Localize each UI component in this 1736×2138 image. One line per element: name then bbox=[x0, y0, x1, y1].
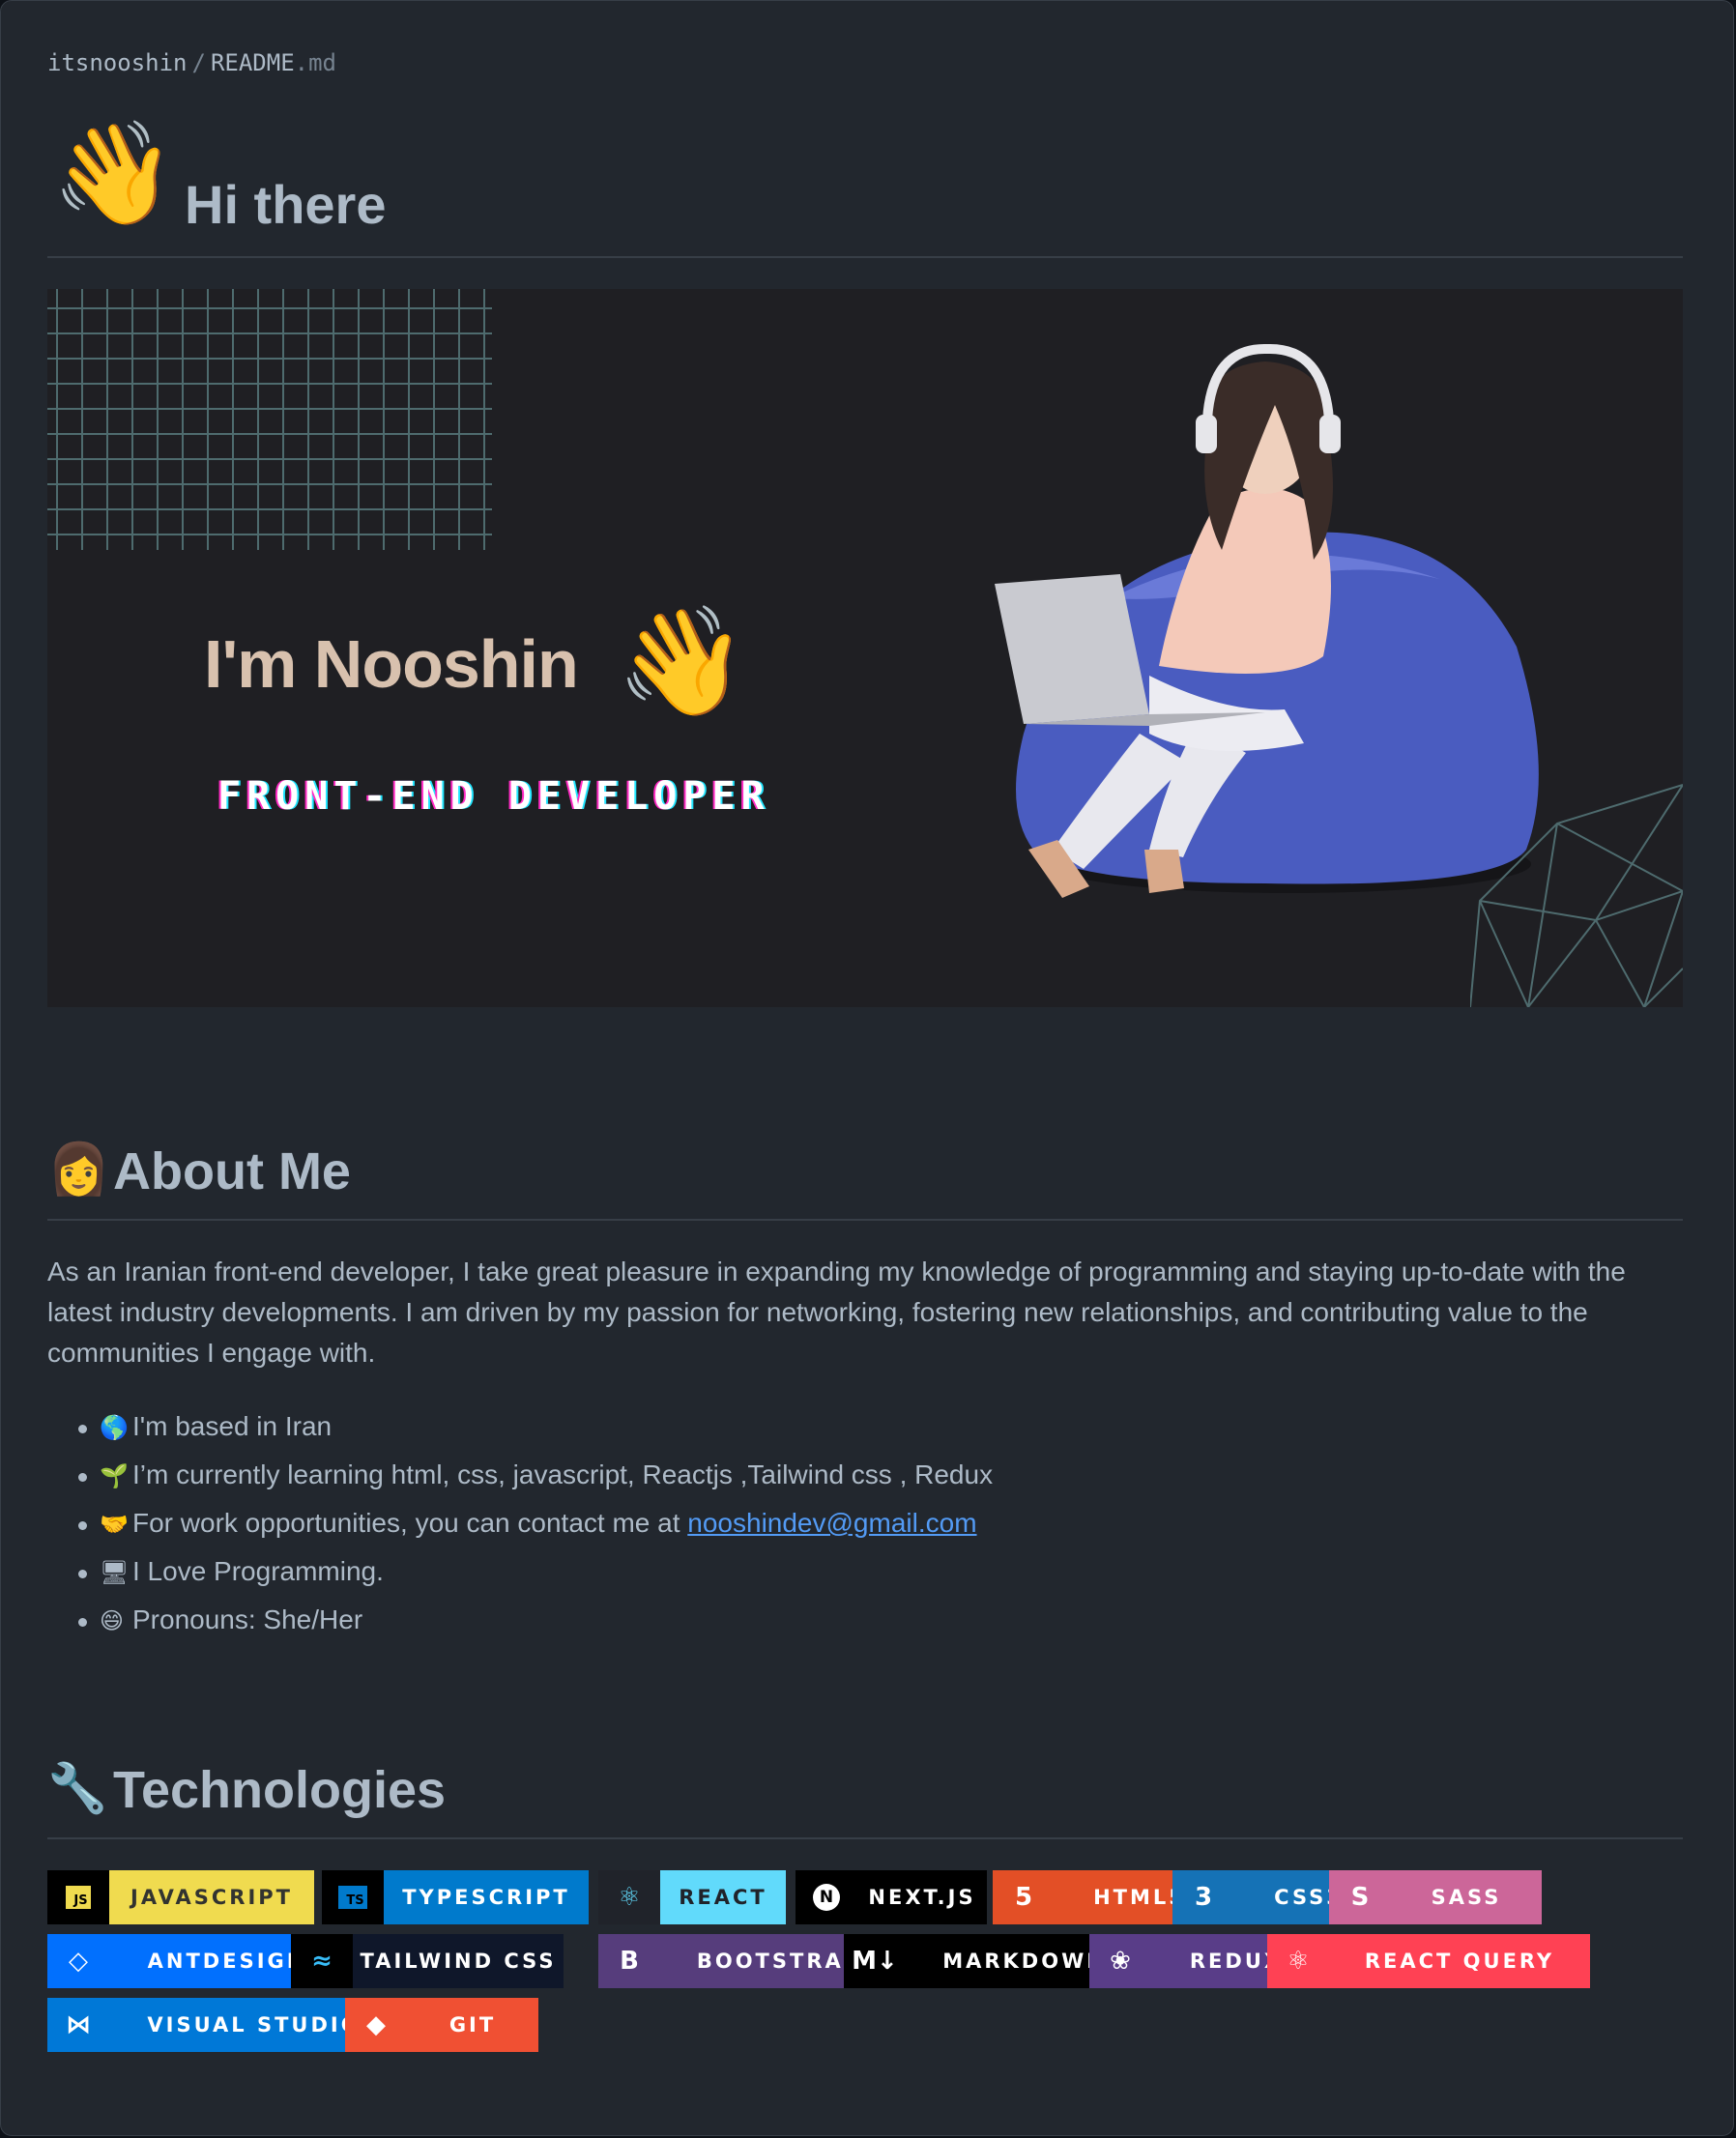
javascript-icon: JS bbox=[47, 1870, 109, 1924]
typescript-icon: TS bbox=[322, 1870, 384, 1924]
react-icon: ⚛ bbox=[598, 1870, 660, 1924]
react-query-icon: ⚛ bbox=[1267, 1934, 1329, 1988]
readme-card: itsnooshin / README.md 👋 Hi there I'm Noos… bbox=[0, 0, 1734, 2136]
badge-label: GIT bbox=[448, 2013, 497, 2037]
breadcrumb-separator: / bbox=[191, 49, 206, 76]
list-item: 😄 Pronouns: She/Her bbox=[47, 1600, 1683, 1648]
visual-studio-icon: ⋈ bbox=[47, 1998, 109, 2052]
waving-hand-icon: 👋 bbox=[51, 114, 177, 232]
woman-icon: 👩 bbox=[47, 1141, 110, 1199]
react-query-icon-glyph: ⚛ bbox=[1287, 1947, 1310, 1976]
tailwind-icon: ≈ bbox=[291, 1934, 353, 1988]
badge-label: TYPESCRIPT bbox=[402, 1886, 570, 1909]
bullet-icon bbox=[78, 1521, 87, 1530]
globe-icon: 🌎 bbox=[100, 1414, 129, 1441]
breadcrumb-file: README bbox=[210, 49, 295, 76]
about-me-title: About Me bbox=[113, 1142, 351, 1200]
badge-label: SASS bbox=[1431, 1886, 1502, 1909]
list-item: 🌎 I'm based in Iran bbox=[47, 1406, 1683, 1455]
nextjs-icon: N bbox=[796, 1870, 857, 1924]
list-item-text: I'm based in Iran bbox=[132, 1411, 333, 1441]
redux-icon: ❀ bbox=[1089, 1934, 1151, 1988]
banner-waving-hand-icon: 👋 bbox=[616, 599, 748, 723]
bullet-icon bbox=[78, 1570, 87, 1578]
badge-tailwind-css[interactable]: ≈ TAILWIND CSS bbox=[291, 1934, 564, 1988]
markdown-icon: M↓ bbox=[844, 1934, 906, 1988]
breadcrumb-owner-link[interactable]: itsnooshin bbox=[47, 49, 188, 76]
list-item-text: For work opportunities, you can contact … bbox=[132, 1508, 688, 1538]
markdown-icon-glyph: M↓ bbox=[852, 1947, 898, 1976]
bullet-icon bbox=[78, 1473, 87, 1482]
technologies-title: Technologies bbox=[113, 1761, 447, 1819]
javascript-icon-glyph: JS bbox=[66, 1886, 91, 1909]
badge-label: NEXT.JS bbox=[868, 1886, 976, 1909]
wrench-icon: 🔧 bbox=[47, 1760, 108, 1816]
nextjs-icon-glyph: N bbox=[813, 1884, 840, 1911]
git-icon: ◆ bbox=[345, 1998, 407, 2052]
list-item: 🤝 For work opportunities, you can contact… bbox=[47, 1503, 1683, 1551]
badge-label: REACT bbox=[679, 1886, 767, 1909]
css3-icon: 3 bbox=[1172, 1870, 1234, 1924]
antdesign-icon-glyph: ◇ bbox=[69, 1947, 88, 1976]
breadcrumb: itsnooshin / README.md bbox=[47, 49, 336, 76]
badge-label: JAVASCRIPT bbox=[130, 1886, 293, 1909]
badge-typescript[interactable]: TS TYPESCRIPT bbox=[322, 1870, 589, 1924]
html5-icon-glyph: 5 bbox=[1014, 1883, 1033, 1912]
list-item: 🌱 I’m currently learning html, css, javas… bbox=[47, 1455, 1683, 1503]
technologies-heading: 🔧 Technologies bbox=[47, 1750, 1683, 1839]
seedling-icon: 🌱 bbox=[100, 1462, 129, 1489]
list-item: 🖥 I Love Programming. bbox=[47, 1551, 1683, 1600]
badge-git[interactable]: ◆ GIT bbox=[345, 1998, 538, 2052]
about-paragraph: As an Iranian front-end developer, I tak… bbox=[47, 1257, 1626, 1368]
email-link[interactable]: nooshindev@gmail.com bbox=[687, 1508, 976, 1538]
about-list: 🌎 I'm based in Iran 🌱 I’m currently learni… bbox=[47, 1406, 1683, 1648]
smile-icon: 😄 bbox=[100, 1607, 125, 1634]
bootstrap-icon-glyph: B bbox=[620, 1947, 639, 1976]
tailwind-icon-glyph: ≈ bbox=[311, 1947, 333, 1976]
git-icon-glyph: ◆ bbox=[366, 2010, 386, 2039]
desktop-computer-icon: 🖥 bbox=[100, 1559, 130, 1586]
about-me-heading: 👩 About Me bbox=[47, 1132, 1683, 1221]
bootstrap-icon: B bbox=[598, 1934, 660, 1988]
badge-react[interactable]: ⚛ REACT bbox=[598, 1870, 786, 1924]
react-icon-glyph: ⚛ bbox=[618, 1883, 641, 1912]
heading-title: Hi there bbox=[185, 174, 387, 235]
redux-icon-glyph: ❀ bbox=[1110, 1947, 1131, 1976]
badge-javascript[interactable]: JS JAVASCRIPT bbox=[47, 1870, 314, 1924]
badge-label: REACT QUERY bbox=[1364, 1950, 1555, 1973]
polyhedron-decoration bbox=[1470, 784, 1683, 1007]
handshake-icon: 🤝 bbox=[100, 1511, 129, 1538]
badge-label: TAILWIND CSS bbox=[360, 1950, 557, 1973]
visual-studio-icon-glyph: ⋈ bbox=[66, 2010, 91, 2039]
list-item-text: I’m currently learning html, css, javasc… bbox=[132, 1459, 994, 1489]
sass-icon: S bbox=[1329, 1870, 1391, 1924]
list-item-text: I Love Programming. bbox=[132, 1556, 384, 1586]
badge-sass[interactable]: S SASS bbox=[1329, 1870, 1542, 1924]
banner-role: FRONT-END DEVELOPER bbox=[217, 774, 770, 819]
antdesign-icon: ◇ bbox=[47, 1934, 109, 1988]
html5-icon: 5 bbox=[993, 1870, 1055, 1924]
banner-name: I'm Nooshin bbox=[204, 626, 579, 702]
list-item-text: Pronouns: She/Her bbox=[132, 1604, 363, 1634]
typescript-icon-glyph: TS bbox=[338, 1886, 367, 1909]
badge-next-js[interactable]: N NEXT.JS bbox=[796, 1870, 987, 1924]
breadcrumb-file-ext: .md bbox=[294, 49, 337, 76]
bullet-icon bbox=[78, 1618, 87, 1627]
badge-react-query[interactable]: ⚛ REACT QUERY bbox=[1267, 1934, 1590, 1988]
heading-hi-there: 👋 Hi there bbox=[47, 115, 1683, 258]
css3-icon-glyph: 3 bbox=[1194, 1883, 1213, 1912]
banner-image: I'm Nooshin 👋 FRONT-END DEVELOPER bbox=[47, 289, 1683, 1007]
grid-decoration bbox=[47, 289, 492, 550]
sass-icon-glyph: S bbox=[1350, 1883, 1370, 1912]
bullet-icon bbox=[78, 1425, 87, 1433]
